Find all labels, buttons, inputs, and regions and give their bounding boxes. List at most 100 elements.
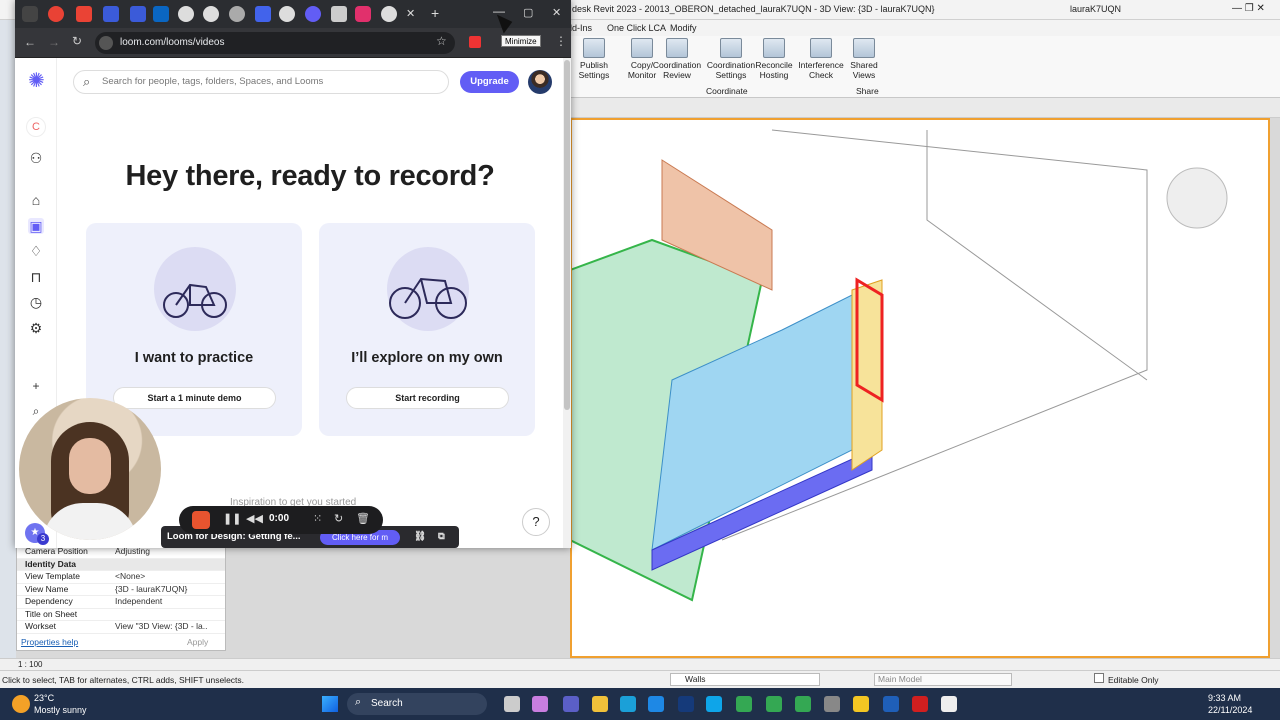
chrome-icon[interactable] <box>736 696 752 712</box>
close-tab-icon[interactable]: ✕ <box>406 7 415 20</box>
menu-icon[interactable]: ⋮ <box>555 34 567 48</box>
tab-favicon[interactable] <box>229 6 245 22</box>
maximize-icon[interactable]: ▢ <box>523 6 533 19</box>
settings-gear-icon[interactable]: ⚙ <box>28 320 44 336</box>
gmail-icon[interactable] <box>76 6 92 22</box>
property-row[interactable]: Title on Sheet <box>17 609 225 621</box>
loom-logo-icon[interactable]: ✺ <box>28 71 45 91</box>
weather-desc[interactable]: Mostly sunny <box>34 705 87 715</box>
home-icon[interactable]: ⌂ <box>28 192 44 208</box>
clock-date[interactable]: 22/11/2024 <box>1208 705 1252 715</box>
delete-icon[interactable]: 🗑 <box>356 512 370 525</box>
settings-icon[interactable] <box>824 696 840 712</box>
revit-icon[interactable] <box>883 696 899 712</box>
copilot-icon[interactable] <box>532 696 548 712</box>
webcam-bubble[interactable] <box>19 398 161 540</box>
app-icon[interactable] <box>941 696 957 712</box>
page-scrollbar[interactable] <box>563 58 571 548</box>
outlook-icon[interactable] <box>648 696 664 712</box>
google-icon[interactable] <box>203 6 219 22</box>
external-link-icon[interactable]: ⧉ <box>438 526 445 548</box>
explore-card[interactable]: I’ll explore on my own Start recording <box>319 223 535 436</box>
ribbon-tab-modify[interactable]: Modify <box>670 23 697 33</box>
grid-icon[interactable]: ⁙ <box>313 512 322 525</box>
add-icon[interactable]: + <box>28 378 44 394</box>
tab-search-icon[interactable] <box>22 6 38 22</box>
ribbon-tab-addins[interactable]: ld-Ins <box>570 23 592 33</box>
help-button[interactable]: ? <box>522 508 550 536</box>
user-avatar[interactable] <box>528 70 552 94</box>
bookmark-icon[interactable]: ⊓ <box>28 269 44 285</box>
bell-icon[interactable]: ♢ <box>28 243 44 259</box>
loom-search-input[interactable]: ⌕ Search for people, tags, folders, Spac… <box>73 70 449 94</box>
revit-3d-viewport[interactable] <box>569 118 1270 658</box>
clock-time[interactable]: 9:33 AM <box>1208 693 1241 703</box>
property-row[interactable]: View Name {3D - lauraK7UQN} <box>17 584 225 596</box>
tab-favicon[interactable] <box>130 6 146 22</box>
weather-temp[interactable]: 23°C <box>34 693 54 703</box>
reload-icon[interactable]: ↻ <box>72 34 82 48</box>
webcam-badge[interactable]: ★ 3 <box>25 523 49 545</box>
property-row[interactable]: Dependency Independent <box>17 596 225 609</box>
close-window-icon[interactable]: ✕ <box>552 6 561 19</box>
editable-only-checkbox[interactable] <box>1094 673 1104 683</box>
teams-icon[interactable] <box>563 696 579 712</box>
tab-favicon[interactable] <box>255 6 271 22</box>
pause-icon[interactable]: ❚❚ <box>223 512 241 525</box>
site-info-icon[interactable] <box>99 36 113 50</box>
taskbar-search[interactable]: ⌕ Search <box>347 693 487 715</box>
start-recording-button[interactable]: Start recording <box>346 387 509 409</box>
scale-label[interactable]: 1 : 100 <box>18 660 42 669</box>
file-explorer-icon[interactable] <box>592 696 608 712</box>
main-model-dropdown[interactable]: Main Model <box>874 673 1012 686</box>
apply-button[interactable]: Apply <box>187 637 208 647</box>
app-l-icon[interactable] <box>678 696 694 712</box>
forward-icon[interactable]: → <box>48 35 60 49</box>
linkedin-icon[interactable] <box>153 6 169 22</box>
google-icon[interactable] <box>381 6 397 22</box>
chrome-icon[interactable] <box>766 696 782 712</box>
chrome-icon[interactable] <box>795 696 811 712</box>
start-demo-button[interactable]: Start a 1 minute demo <box>113 387 276 409</box>
publish-settings-button[interactable]: Publish Settings <box>568 38 620 80</box>
extension-icon[interactable] <box>469 36 481 48</box>
url-bar[interactable]: loom.com/looms/videos <box>95 32 455 54</box>
restart-icon[interactable]: ↻ <box>334 512 343 525</box>
coordination-review-button[interactable]: Coordination Review <box>650 38 704 80</box>
acrobat-icon[interactable] <box>912 696 928 712</box>
task-view-icon[interactable] <box>504 696 520 712</box>
property-row[interactable]: View Template <None> <box>17 571 225 584</box>
windows-start-icon[interactable] <box>322 696 338 712</box>
walls-filter-dropdown[interactable]: Walls <box>670 673 820 686</box>
revit-window-controls[interactable]: — ❐ ✕ <box>1232 3 1265 14</box>
tab-favicon[interactable] <box>178 6 194 22</box>
notes-icon[interactable] <box>853 696 869 712</box>
revit-user[interactable]: lauraK7UQN <box>1070 4 1121 14</box>
tab-favicon[interactable] <box>103 6 119 22</box>
stop-recording-button[interactable] <box>192 511 210 529</box>
edge-icon[interactable] <box>620 696 636 712</box>
tab-favicon[interactable] <box>48 6 64 22</box>
bookmark-star-icon[interactable]: ☆ <box>436 34 447 48</box>
properties-help-link[interactable]: Properties help <box>21 637 78 647</box>
back-icon[interactable]: ← <box>24 35 36 49</box>
workspace-avatar[interactable]: C <box>26 117 46 137</box>
tab-favicon[interactable] <box>331 6 347 22</box>
people-icon[interactable]: ⚇ <box>28 150 44 166</box>
loom-icon[interactable] <box>305 6 321 22</box>
upgrade-button[interactable]: Upgrade <box>460 71 519 93</box>
app-o-icon[interactable] <box>706 696 722 712</box>
instagram-icon[interactable] <box>355 6 371 22</box>
reconcile-hosting-button[interactable]: Reconcile Hosting <box>748 38 800 80</box>
scrollbar-thumb[interactable] <box>564 60 570 410</box>
property-section[interactable]: Identity Data <box>17 558 225 571</box>
rewind-icon[interactable]: ◀◀ <box>246 512 263 525</box>
link-icon[interactable]: ⛓ <box>414 526 426 548</box>
library-icon[interactable]: ▣ <box>28 218 44 234</box>
shared-views-button[interactable]: Shared Views <box>840 38 888 80</box>
google-icon[interactable] <box>279 6 295 22</box>
property-row[interactable]: Workset View "3D View: {3D - la... <box>17 621 225 634</box>
new-tab-icon[interactable]: + <box>431 5 439 21</box>
ribbon-tab-oneclick[interactable]: One Click LCA <box>607 23 666 33</box>
clock-icon[interactable]: ◷ <box>28 294 44 310</box>
